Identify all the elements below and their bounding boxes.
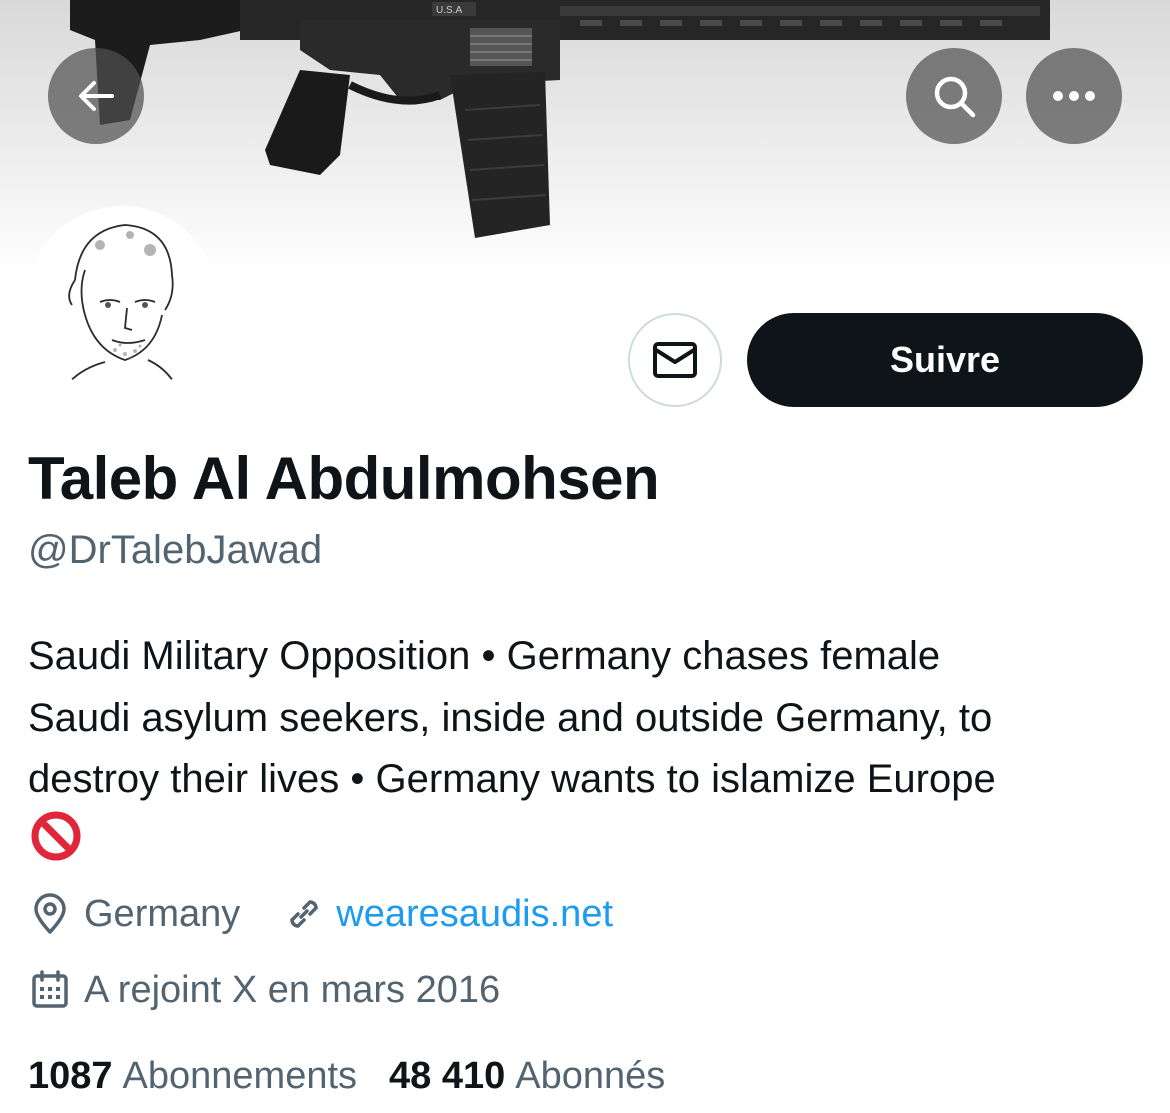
profile-meta-row: Germany wearesaudis.net bbox=[28, 892, 613, 936]
profile-handle: @DrTalebJawad bbox=[28, 528, 323, 572]
profile-name: Taleb Al Abdulmohsen bbox=[28, 445, 660, 512]
back-button[interactable] bbox=[48, 48, 144, 144]
following-count: 1087 bbox=[28, 1055, 113, 1097]
link-icon bbox=[290, 900, 319, 928]
profile-meta-row: A rejoint X en mars 2016 bbox=[28, 968, 500, 1012]
followers-stat[interactable]: 48 410 Abonnés bbox=[389, 1055, 665, 1098]
more-options-button[interactable] bbox=[1026, 48, 1122, 144]
followers-label: Abonnés bbox=[515, 1055, 666, 1097]
avatar-sketch-portrait bbox=[30, 210, 214, 394]
search-button[interactable] bbox=[906, 48, 1002, 144]
profile-stats: 1087 Abonnements 48 410 Abonnés bbox=[28, 1055, 665, 1098]
follow-button[interactable]: Suivre bbox=[747, 313, 1143, 407]
search-icon bbox=[934, 76, 976, 118]
followers-count: 48 410 bbox=[389, 1055, 506, 1097]
profile-avatar[interactable] bbox=[26, 206, 218, 398]
bio-line: Saudi asylum seekers, inside and outside… bbox=[28, 695, 993, 740]
profile-bio: Saudi Military Opposition • Germany chas… bbox=[28, 626, 1148, 811]
arrow-left-icon bbox=[79, 81, 114, 111]
message-button[interactable] bbox=[628, 313, 722, 407]
bio-line: destroy their lives • Germany wants to i… bbox=[28, 757, 996, 801]
prohibited-emoji-icon bbox=[31, 811, 81, 861]
calendar-icon bbox=[32, 970, 68, 1008]
following-label: Abonnements bbox=[122, 1055, 358, 1097]
location-text: Germany bbox=[84, 892, 241, 935]
website-link[interactable]: wearesaudis.net bbox=[336, 893, 613, 936]
svg-text:U.S.A: U.S.A bbox=[436, 5, 462, 16]
more-horizontal-icon bbox=[1053, 91, 1095, 101]
envelope-icon bbox=[653, 342, 697, 378]
following-stat[interactable]: 1087 Abonnements bbox=[28, 1055, 357, 1098]
location-pin-icon bbox=[34, 893, 66, 934]
bio-line: Saudi Military Opposition • Germany chas… bbox=[28, 634, 941, 678]
joined-date: A rejoint X en mars 2016 bbox=[84, 968, 501, 1011]
